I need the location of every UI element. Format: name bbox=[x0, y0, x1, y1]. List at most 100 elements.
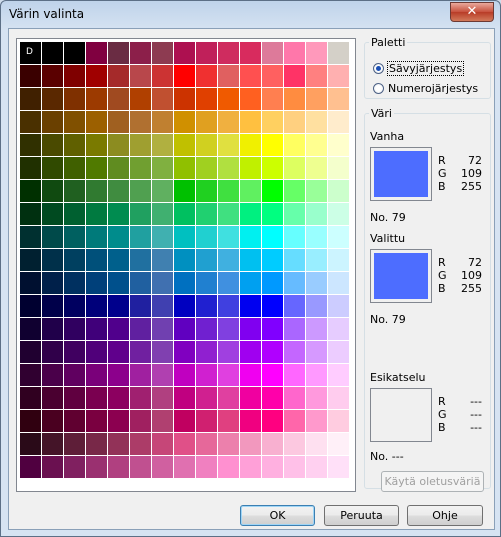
palette-swatch[interactable] bbox=[174, 456, 196, 479]
palette-swatch[interactable] bbox=[262, 249, 284, 272]
palette-swatch[interactable] bbox=[284, 42, 306, 65]
palette-swatch[interactable] bbox=[86, 272, 108, 295]
palette-swatch[interactable] bbox=[196, 249, 218, 272]
palette-swatch[interactable] bbox=[306, 88, 328, 111]
palette-swatch[interactable] bbox=[64, 295, 86, 318]
palette-swatch[interactable] bbox=[284, 456, 306, 479]
palette-swatch[interactable] bbox=[284, 387, 306, 410]
palette-swatch[interactable] bbox=[86, 318, 108, 341]
palette-swatch[interactable] bbox=[218, 364, 240, 387]
palette-swatch[interactable] bbox=[306, 249, 328, 272]
palette-swatch[interactable] bbox=[240, 433, 262, 456]
palette-swatch[interactable] bbox=[174, 88, 196, 111]
palette-swatch[interactable] bbox=[328, 226, 350, 249]
palette-swatch[interactable] bbox=[42, 134, 64, 157]
palette-swatch[interactable] bbox=[174, 134, 196, 157]
palette-swatch[interactable] bbox=[240, 226, 262, 249]
palette-swatch[interactable] bbox=[240, 456, 262, 479]
palette-swatch[interactable] bbox=[328, 42, 350, 65]
palette-swatch[interactable] bbox=[196, 364, 218, 387]
palette-swatch[interactable] bbox=[108, 295, 130, 318]
palette-swatch[interactable] bbox=[64, 456, 86, 479]
palette-swatch[interactable] bbox=[130, 410, 152, 433]
palette-swatch[interactable] bbox=[306, 456, 328, 479]
palette-swatch[interactable] bbox=[174, 111, 196, 134]
palette-swatch[interactable] bbox=[306, 364, 328, 387]
palette-swatch[interactable] bbox=[240, 111, 262, 134]
palette-swatch[interactable] bbox=[284, 341, 306, 364]
palette-swatch[interactable] bbox=[196, 456, 218, 479]
close-button[interactable]: ✕ bbox=[450, 2, 494, 22]
palette-swatch[interactable] bbox=[262, 42, 284, 65]
palette-swatch[interactable] bbox=[262, 433, 284, 456]
palette-swatch[interactable] bbox=[20, 157, 42, 180]
palette-swatch[interactable] bbox=[20, 134, 42, 157]
palette-swatch[interactable] bbox=[64, 341, 86, 364]
use-default-colour-button[interactable]: Käytä oletusväriä bbox=[381, 471, 484, 492]
palette-swatch[interactable] bbox=[152, 433, 174, 456]
palette-swatch[interactable] bbox=[152, 203, 174, 226]
palette-swatch[interactable] bbox=[42, 364, 64, 387]
palette-swatch[interactable] bbox=[328, 111, 350, 134]
palette-swatch[interactable] bbox=[284, 134, 306, 157]
palette-swatch[interactable] bbox=[262, 341, 284, 364]
palette-swatch[interactable] bbox=[108, 42, 130, 65]
palette-swatch[interactable] bbox=[262, 456, 284, 479]
palette-swatch[interactable] bbox=[108, 226, 130, 249]
palette-swatch[interactable] bbox=[20, 341, 42, 364]
palette-swatch[interactable] bbox=[196, 42, 218, 65]
ok-button[interactable]: OK bbox=[240, 505, 315, 526]
palette-swatch[interactable] bbox=[328, 249, 350, 272]
palette-swatch[interactable] bbox=[284, 272, 306, 295]
palette-swatch[interactable] bbox=[42, 65, 64, 88]
palette-swatch[interactable] bbox=[196, 318, 218, 341]
palette-swatch[interactable] bbox=[86, 456, 108, 479]
palette-swatch[interactable] bbox=[108, 203, 130, 226]
palette-swatch[interactable] bbox=[306, 341, 328, 364]
palette-swatch[interactable] bbox=[64, 226, 86, 249]
palette-swatch[interactable] bbox=[196, 341, 218, 364]
palette-swatch[interactable] bbox=[42, 341, 64, 364]
palette-swatch[interactable] bbox=[174, 272, 196, 295]
palette-swatch[interactable] bbox=[64, 433, 86, 456]
palette-swatch[interactable] bbox=[262, 410, 284, 433]
palette-swatch[interactable] bbox=[196, 295, 218, 318]
palette-swatch[interactable] bbox=[306, 65, 328, 88]
palette-swatch[interactable] bbox=[64, 387, 86, 410]
palette-swatch[interactable] bbox=[152, 111, 174, 134]
palette-swatch[interactable] bbox=[328, 364, 350, 387]
palette-swatch[interactable] bbox=[240, 42, 262, 65]
palette-swatch[interactable] bbox=[86, 65, 108, 88]
palette-swatch[interactable] bbox=[218, 433, 240, 456]
palette-swatch[interactable] bbox=[64, 65, 86, 88]
palette-swatch[interactable] bbox=[196, 433, 218, 456]
palette-swatch[interactable] bbox=[108, 456, 130, 479]
palette-swatch[interactable] bbox=[130, 387, 152, 410]
palette-swatch[interactable] bbox=[64, 203, 86, 226]
palette-swatch[interactable] bbox=[130, 272, 152, 295]
palette-swatch[interactable] bbox=[130, 88, 152, 111]
palette-swatch[interactable] bbox=[130, 364, 152, 387]
palette-grid[interactable]: D bbox=[20, 42, 350, 485]
palette-swatch[interactable] bbox=[240, 387, 262, 410]
palette-swatch[interactable] bbox=[262, 295, 284, 318]
palette-swatch[interactable] bbox=[284, 203, 306, 226]
sort-by-hue-radio[interactable]: Sävyjärjestys bbox=[373, 61, 465, 76]
palette-swatch[interactable] bbox=[130, 42, 152, 65]
palette-swatch[interactable] bbox=[130, 318, 152, 341]
palette-swatch[interactable] bbox=[218, 249, 240, 272]
palette-swatch[interactable] bbox=[262, 157, 284, 180]
palette-swatch[interactable] bbox=[152, 364, 174, 387]
palette-swatch[interactable] bbox=[152, 341, 174, 364]
palette-swatch[interactable] bbox=[174, 65, 196, 88]
palette-swatch[interactable] bbox=[306, 157, 328, 180]
palette-swatch[interactable] bbox=[240, 88, 262, 111]
palette-swatch[interactable] bbox=[42, 111, 64, 134]
palette-swatch[interactable] bbox=[130, 111, 152, 134]
palette-swatch[interactable] bbox=[328, 157, 350, 180]
palette-swatch[interactable] bbox=[240, 318, 262, 341]
palette-swatch[interactable] bbox=[284, 318, 306, 341]
palette-swatch[interactable] bbox=[306, 433, 328, 456]
palette-swatch[interactable] bbox=[42, 318, 64, 341]
palette-swatch[interactable] bbox=[86, 295, 108, 318]
